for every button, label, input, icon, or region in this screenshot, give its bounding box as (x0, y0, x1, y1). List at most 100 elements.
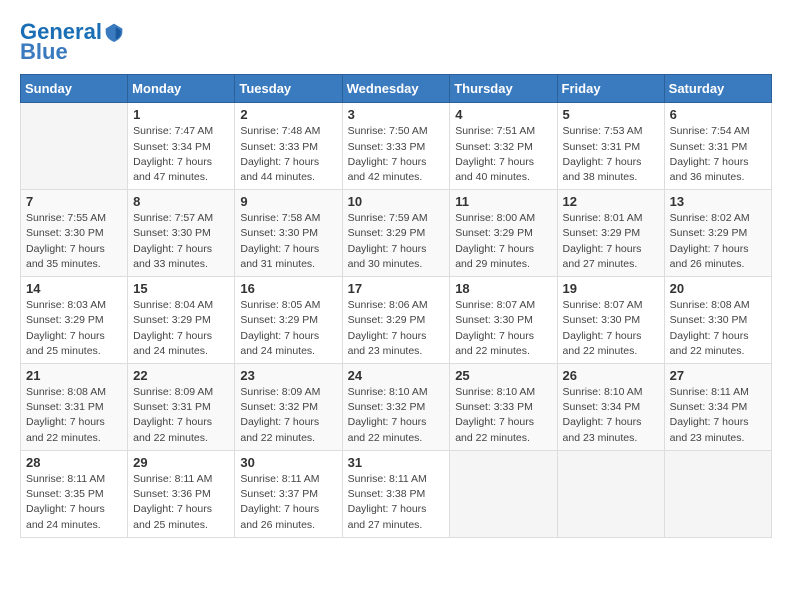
calendar-cell: 16Sunrise: 8:05 AM Sunset: 3:29 PM Dayli… (235, 277, 342, 364)
day-info: Sunrise: 8:10 AM Sunset: 3:33 PM Dayligh… (455, 385, 551, 446)
calendar-cell: 9 Sunrise: 7:58 AM Sunset: 3:30 PM Daylig… (235, 190, 342, 277)
day-number: 4 (455, 107, 551, 122)
weekday-header: Monday (128, 75, 235, 103)
calendar-cell: 21Sunrise: 8:08 AM Sunset: 3:31 PM Dayli… (21, 364, 128, 451)
day-info: Sunrise: 7:48 AM Sunset: 3:33 PM Dayligh… (240, 124, 336, 185)
calendar-cell: 5Sunrise: 7:53 AM Sunset: 3:31 PM Daylig… (557, 103, 664, 190)
day-info: Sunrise: 8:06 AM Sunset: 3:29 PM Dayligh… (348, 298, 445, 359)
calendar-cell: 7 Sunrise: 7:55 AM Sunset: 3:30 PM Daylig… (21, 190, 128, 277)
day-info: Sunrise: 7:55 AM Sunset: 3:30 PM Dayligh… (26, 211, 122, 272)
day-number: 6 (670, 107, 766, 122)
day-info: Sunrise: 8:09 AM Sunset: 3:31 PM Dayligh… (133, 385, 229, 446)
calendar-cell: 12 Sunrise: 8:01 AM Sunset: 3:29 PM Dayli… (557, 190, 664, 277)
day-info: Sunrise: 8:10 AM Sunset: 3:32 PM Dayligh… (348, 385, 445, 446)
day-info: Sunrise: 8:11 AM Sunset: 3:34 PM Dayligh… (670, 385, 766, 446)
calendar-cell: 19Sunrise: 8:07 AM Sunset: 3:30 PM Dayli… (557, 277, 664, 364)
day-number: 26 (563, 368, 659, 383)
calendar-cell: 17 Sunrise: 8:06 AM Sunset: 3:29 PM Dayli… (342, 277, 450, 364)
calendar-cell: 6 Sunrise: 7:54 AM Sunset: 3:31 PM Daylig… (664, 103, 771, 190)
calendar-week-row: 7 Sunrise: 7:55 AM Sunset: 3:30 PM Daylig… (21, 190, 772, 277)
calendar-cell: 2Sunrise: 7:48 AM Sunset: 3:33 PM Daylig… (235, 103, 342, 190)
day-number: 13 (670, 194, 766, 209)
calendar-week-row: 21Sunrise: 8:08 AM Sunset: 3:31 PM Dayli… (21, 364, 772, 451)
day-number: 9 (240, 194, 336, 209)
calendar-cell: 27 Sunrise: 8:11 AM Sunset: 3:34 PM Dayli… (664, 364, 771, 451)
calendar-cell (557, 450, 664, 537)
page-header: General Blue (20, 20, 772, 64)
calendar-week-row: 14 Sunrise: 8:03 AM Sunset: 3:29 PM Dayli… (21, 277, 772, 364)
day-info: Sunrise: 8:04 AM Sunset: 3:29 PM Dayligh… (133, 298, 229, 359)
calendar-cell: 20Sunrise: 8:08 AM Sunset: 3:30 PM Dayli… (664, 277, 771, 364)
logo: General Blue (20, 20, 124, 64)
day-info: Sunrise: 8:10 AM Sunset: 3:34 PM Dayligh… (563, 385, 659, 446)
day-info: Sunrise: 8:11 AM Sunset: 3:35 PM Dayligh… (26, 472, 122, 533)
calendar-cell: 10 Sunrise: 7:59 AM Sunset: 3:29 PM Dayli… (342, 190, 450, 277)
day-info: Sunrise: 7:54 AM Sunset: 3:31 PM Dayligh… (670, 124, 766, 185)
day-info: Sunrise: 8:11 AM Sunset: 3:38 PM Dayligh… (348, 472, 445, 533)
day-info: Sunrise: 7:53 AM Sunset: 3:31 PM Dayligh… (563, 124, 659, 185)
calendar-week-row: 1 Sunrise: 7:47 AM Sunset: 3:34 PM Daylig… (21, 103, 772, 190)
calendar-cell: 28 Sunrise: 8:11 AM Sunset: 3:35 PM Dayli… (21, 450, 128, 537)
calendar-cell: 25Sunrise: 8:10 AM Sunset: 3:33 PM Dayli… (450, 364, 557, 451)
day-info: Sunrise: 8:11 AM Sunset: 3:37 PM Dayligh… (240, 472, 336, 533)
day-number: 28 (26, 455, 122, 470)
calendar-cell: 8 Sunrise: 7:57 AM Sunset: 3:30 PM Daylig… (128, 190, 235, 277)
weekday-header: Tuesday (235, 75, 342, 103)
calendar-cell: 31 Sunrise: 8:11 AM Sunset: 3:38 PM Dayli… (342, 450, 450, 537)
day-number: 29 (133, 455, 229, 470)
day-info: Sunrise: 8:09 AM Sunset: 3:32 PM Dayligh… (240, 385, 336, 446)
day-info: Sunrise: 8:05 AM Sunset: 3:29 PM Dayligh… (240, 298, 336, 359)
day-info: Sunrise: 7:57 AM Sunset: 3:30 PM Dayligh… (133, 211, 229, 272)
calendar-cell (664, 450, 771, 537)
logo-text2: Blue (20, 40, 68, 64)
day-number: 21 (26, 368, 122, 383)
weekday-header: Friday (557, 75, 664, 103)
calendar-cell: 11 Sunrise: 8:00 AM Sunset: 3:29 PM Dayli… (450, 190, 557, 277)
calendar-cell (450, 450, 557, 537)
day-number: 8 (133, 194, 229, 209)
calendar-header-row: SundayMondayTuesdayWednesdayThursdayFrid… (21, 75, 772, 103)
day-number: 22 (133, 368, 229, 383)
day-number: 12 (563, 194, 659, 209)
day-number: 31 (348, 455, 445, 470)
day-info: Sunrise: 8:00 AM Sunset: 3:29 PM Dayligh… (455, 211, 551, 272)
day-info: Sunrise: 7:58 AM Sunset: 3:30 PM Dayligh… (240, 211, 336, 272)
day-info: Sunrise: 8:02 AM Sunset: 3:29 PM Dayligh… (670, 211, 766, 272)
day-number: 10 (348, 194, 445, 209)
day-info: Sunrise: 7:59 AM Sunset: 3:29 PM Dayligh… (348, 211, 445, 272)
calendar-cell: 22 Sunrise: 8:09 AM Sunset: 3:31 PM Dayli… (128, 364, 235, 451)
day-number: 1 (133, 107, 229, 122)
calendar-cell (21, 103, 128, 190)
day-number: 7 (26, 194, 122, 209)
day-info: Sunrise: 8:07 AM Sunset: 3:30 PM Dayligh… (455, 298, 551, 359)
day-info: Sunrise: 8:11 AM Sunset: 3:36 PM Dayligh… (133, 472, 229, 533)
day-number: 17 (348, 281, 445, 296)
day-info: Sunrise: 8:01 AM Sunset: 3:29 PM Dayligh… (563, 211, 659, 272)
calendar-cell: 13 Sunrise: 8:02 AM Sunset: 3:29 PM Dayli… (664, 190, 771, 277)
calendar-cell: 1 Sunrise: 7:47 AM Sunset: 3:34 PM Daylig… (128, 103, 235, 190)
weekday-header: Saturday (664, 75, 771, 103)
day-info: Sunrise: 8:07 AM Sunset: 3:30 PM Dayligh… (563, 298, 659, 359)
calendar-cell: 26 Sunrise: 8:10 AM Sunset: 3:34 PM Dayli… (557, 364, 664, 451)
weekday-header: Wednesday (342, 75, 450, 103)
weekday-header: Sunday (21, 75, 128, 103)
day-number: 27 (670, 368, 766, 383)
day-number: 3 (348, 107, 445, 122)
calendar-cell: 29 Sunrise: 8:11 AM Sunset: 3:36 PM Dayli… (128, 450, 235, 537)
calendar-cell: 3 Sunrise: 7:50 AM Sunset: 3:33 PM Daylig… (342, 103, 450, 190)
calendar-cell: 15 Sunrise: 8:04 AM Sunset: 3:29 PM Dayli… (128, 277, 235, 364)
day-number: 15 (133, 281, 229, 296)
day-info: Sunrise: 7:47 AM Sunset: 3:34 PM Dayligh… (133, 124, 229, 185)
logo-icon (104, 22, 124, 42)
day-number: 18 (455, 281, 551, 296)
day-info: Sunrise: 8:03 AM Sunset: 3:29 PM Dayligh… (26, 298, 122, 359)
calendar-cell: 30Sunrise: 8:11 AM Sunset: 3:37 PM Dayli… (235, 450, 342, 537)
calendar-cell: 14 Sunrise: 8:03 AM Sunset: 3:29 PM Dayli… (21, 277, 128, 364)
day-info: Sunrise: 7:50 AM Sunset: 3:33 PM Dayligh… (348, 124, 445, 185)
day-number: 14 (26, 281, 122, 296)
calendar-table: SundayMondayTuesdayWednesdayThursdayFrid… (20, 74, 772, 537)
weekday-header: Thursday (450, 75, 557, 103)
day-info: Sunrise: 7:51 AM Sunset: 3:32 PM Dayligh… (455, 124, 551, 185)
calendar-cell: 23Sunrise: 8:09 AM Sunset: 3:32 PM Dayli… (235, 364, 342, 451)
day-number: 11 (455, 194, 551, 209)
